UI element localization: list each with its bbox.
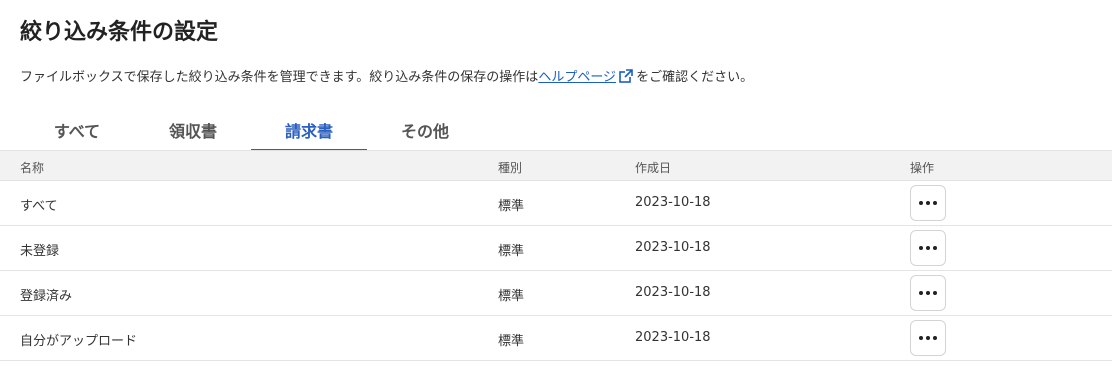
row-name: 自分がアップロード bbox=[20, 334, 138, 349]
filter-table: 名称 種別 作成日 操作 すべて 標準 2023-10-18 未登録 標準 20… bbox=[0, 150, 1112, 361]
row-created: 2023-10-18 bbox=[635, 195, 711, 210]
more-horizontal-icon bbox=[919, 336, 937, 340]
header-type: 種別 bbox=[498, 161, 523, 175]
row-type: 標準 bbox=[498, 289, 525, 304]
table-row: 自分がアップロード 標準 2023-10-18 bbox=[0, 316, 1112, 361]
row-type: 標準 bbox=[498, 244, 525, 259]
row-created: 2023-10-18 bbox=[635, 330, 711, 345]
tab-all[interactable]: すべて bbox=[20, 118, 134, 151]
row-name: 登録済み bbox=[20, 289, 73, 304]
row-created: 2023-10-18 bbox=[635, 240, 711, 255]
more-options-button[interactable] bbox=[910, 275, 946, 311]
header-ops: 操作 bbox=[910, 161, 935, 175]
tab-invoices[interactable]: 請求書 bbox=[251, 118, 367, 151]
more-horizontal-icon bbox=[919, 291, 937, 295]
more-options-button[interactable] bbox=[910, 185, 946, 221]
row-name: 未登録 bbox=[20, 244, 60, 259]
table-header: 名称 種別 作成日 操作 bbox=[0, 150, 1112, 181]
row-name: すべて bbox=[20, 199, 58, 214]
description-text-after: をご確認ください。 bbox=[636, 70, 754, 85]
row-created: 2023-10-18 bbox=[635, 285, 711, 300]
tab-others[interactable]: その他 bbox=[368, 118, 482, 151]
help-page-link[interactable]: ヘルプページ bbox=[538, 70, 616, 85]
page-description: ファイルボックスで保存した絞り込み条件を管理できます。絞り込み条件の保存の操作は… bbox=[20, 66, 753, 85]
more-options-button[interactable] bbox=[910, 320, 946, 356]
table-row: すべて 標準 2023-10-18 bbox=[0, 181, 1112, 226]
tab-bar: すべて 領収書 請求書 その他 bbox=[20, 118, 480, 151]
header-name: 名称 bbox=[20, 161, 45, 175]
header-created: 作成日 bbox=[635, 161, 672, 175]
external-link-icon[interactable] bbox=[618, 68, 634, 84]
tab-receipts[interactable]: 領収書 bbox=[136, 118, 250, 151]
row-type: 標準 bbox=[498, 199, 525, 214]
more-horizontal-icon bbox=[919, 246, 937, 250]
table-row: 未登録 標準 2023-10-18 bbox=[0, 226, 1112, 271]
row-type: 標準 bbox=[498, 334, 525, 349]
more-horizontal-icon bbox=[919, 201, 937, 205]
description-text: ファイルボックスで保存した絞り込み条件を管理できます。絞り込み条件の保存の操作は bbox=[20, 70, 539, 85]
more-options-button[interactable] bbox=[910, 230, 946, 266]
page-title: 絞り込み条件の設定 bbox=[20, 20, 219, 45]
table-row: 登録済み 標準 2023-10-18 bbox=[0, 271, 1112, 316]
